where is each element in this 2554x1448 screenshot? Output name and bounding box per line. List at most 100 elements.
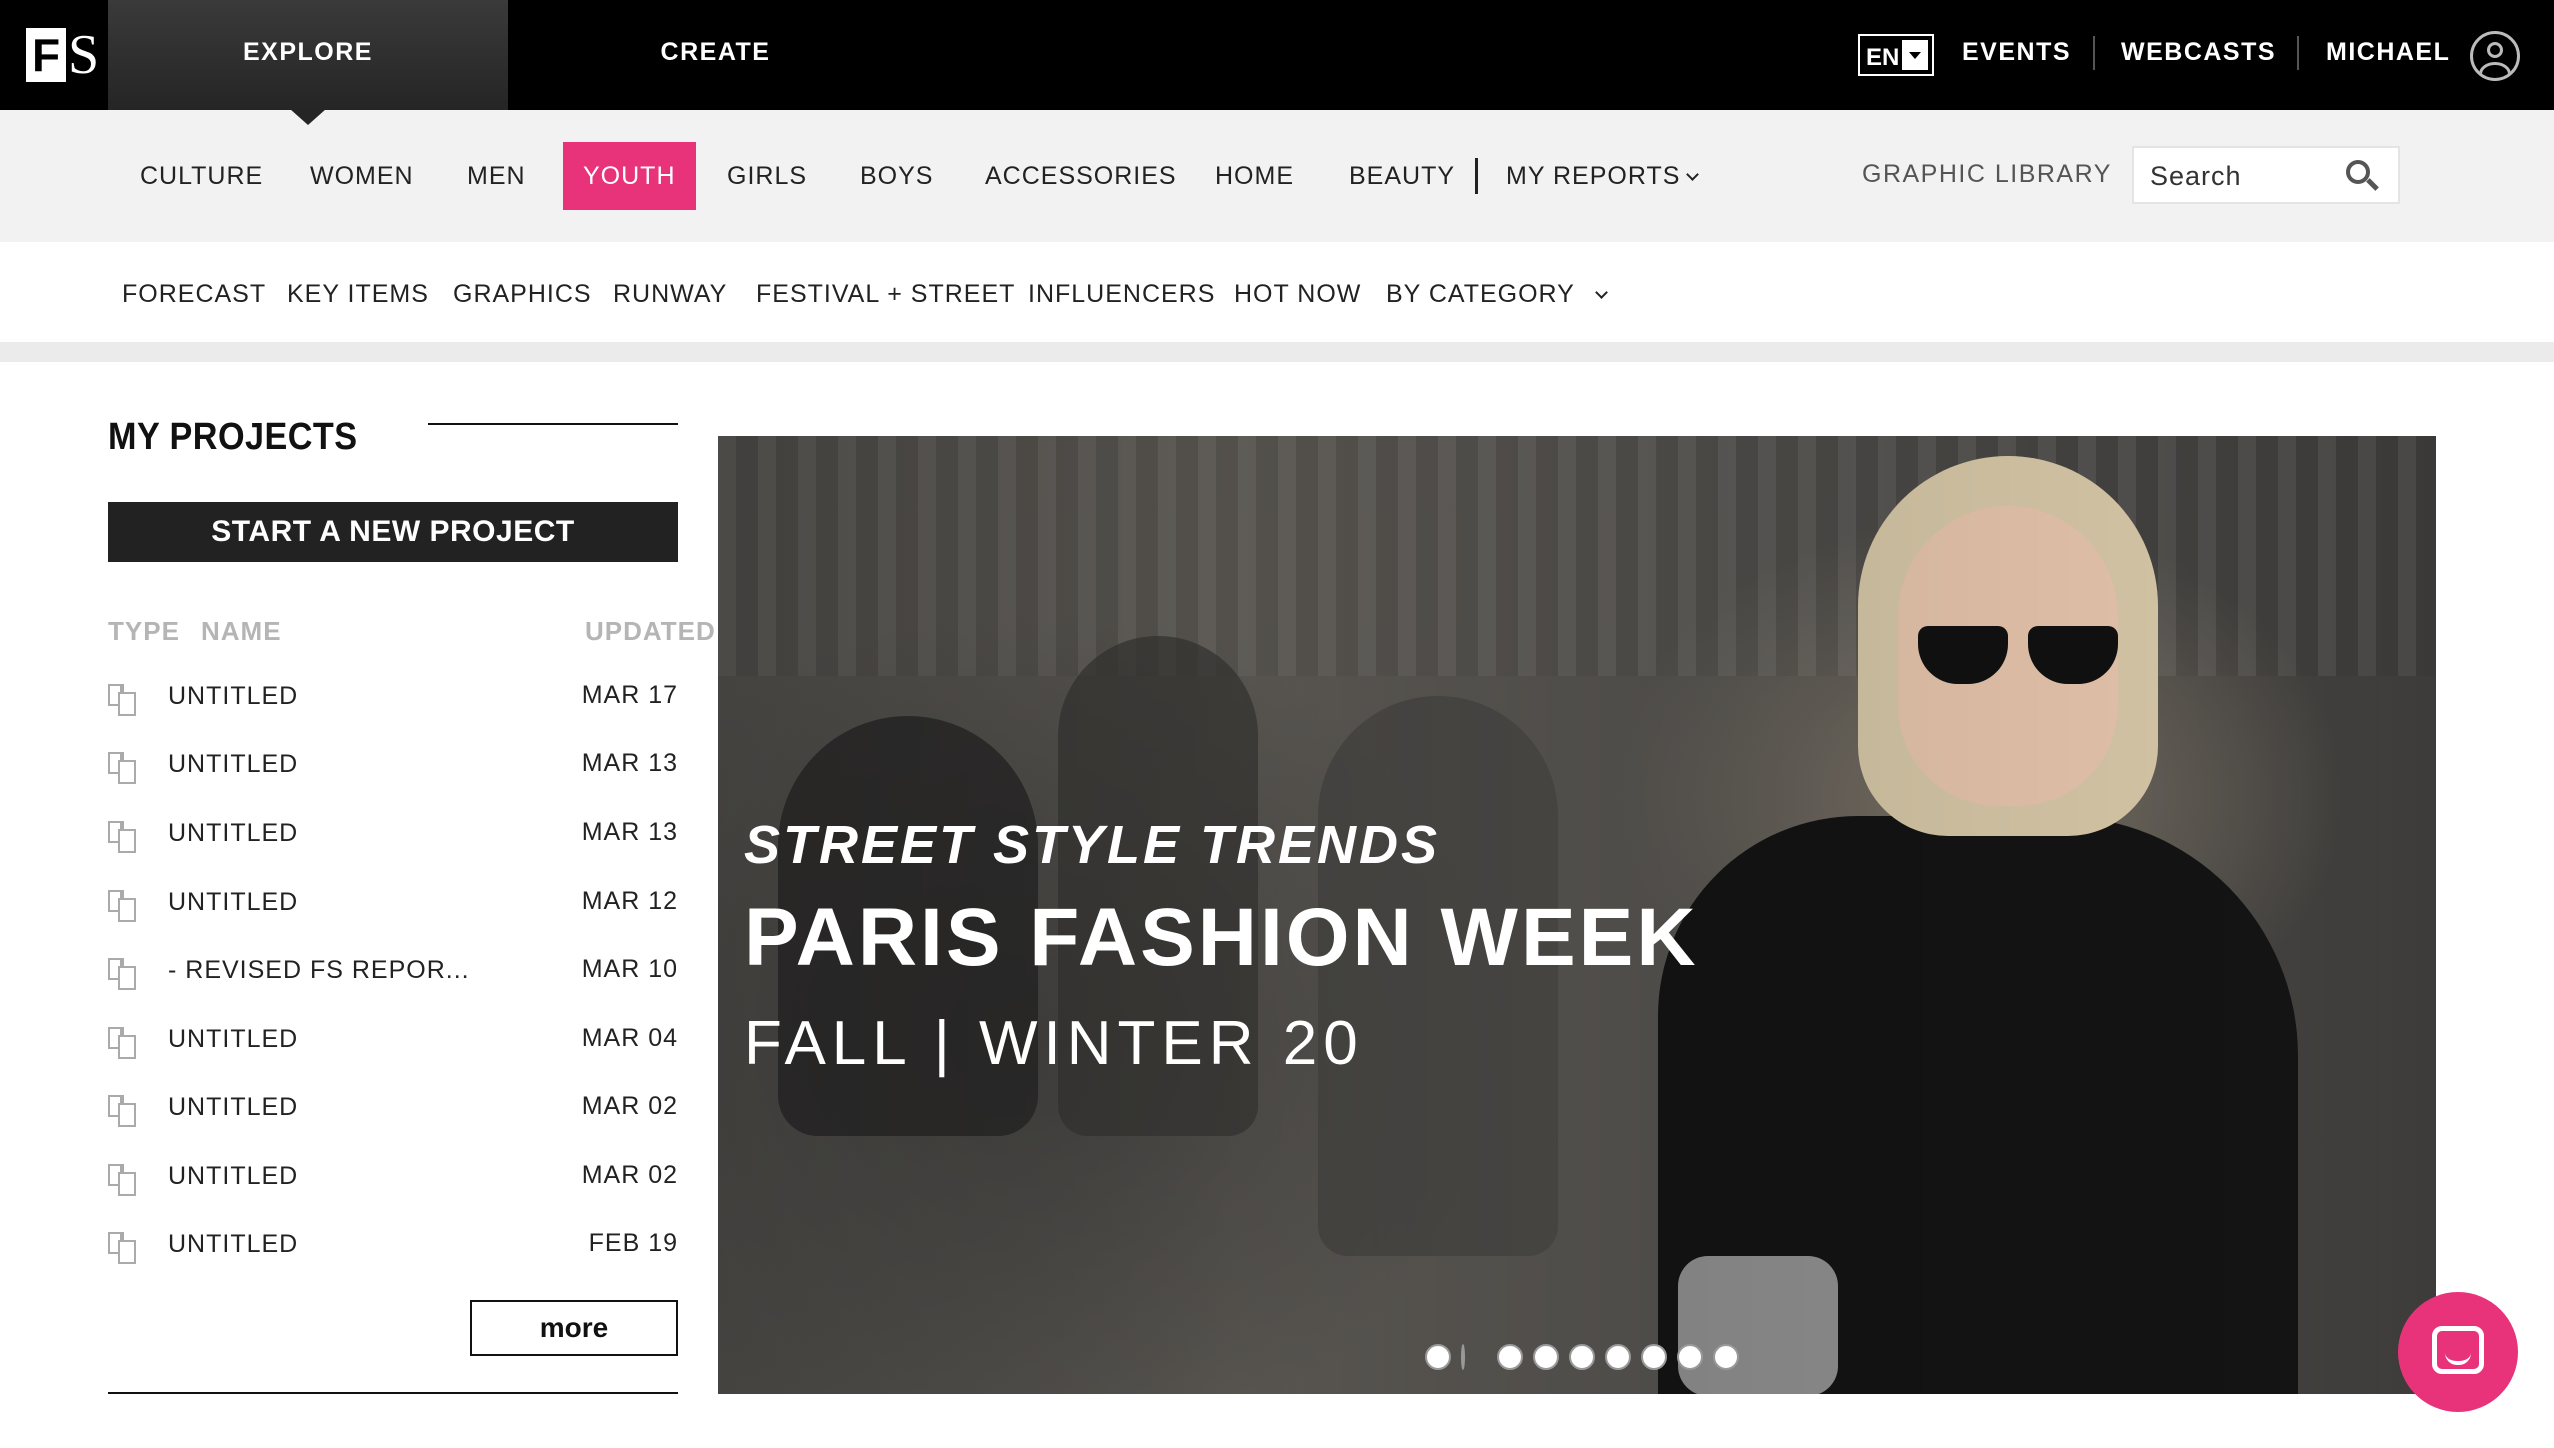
column-name[interactable]: NAME	[201, 616, 282, 647]
project-row[interactable]: UNTITLED MAR 13	[108, 740, 678, 790]
carousel-dot[interactable]	[1677, 1344, 1703, 1370]
column-updated[interactable]: UPDATED	[585, 616, 716, 647]
user-name-link[interactable]: MICHAEL	[2326, 38, 2450, 67]
document-stack-icon	[108, 1095, 138, 1127]
tab-create[interactable]: CREATE	[508, 0, 923, 110]
project-name: - REVISED FS REPOR...	[168, 956, 470, 984]
tab-explore[interactable]: EXPLORE	[108, 0, 508, 110]
project-date: MAR 10	[581, 955, 678, 983]
start-new-project-button[interactable]: START A NEW PROJECT	[108, 502, 678, 562]
project-date: MAR 04	[581, 1024, 678, 1052]
language-select[interactable]: EN	[1858, 34, 1934, 76]
project-row[interactable]: UNTITLED MAR 02	[108, 1083, 678, 1133]
category-boys[interactable]: BOYS	[860, 162, 933, 191]
document-stack-icon	[108, 821, 138, 853]
events-link[interactable]: EVENTS	[1962, 38, 2071, 67]
doc-front	[118, 692, 136, 716]
logo-f: F	[26, 28, 66, 82]
category-accessories[interactable]: ACCESSORIES	[985, 162, 1177, 191]
category-beauty[interactable]: BEAUTY	[1349, 162, 1455, 191]
doc-front	[118, 898, 136, 922]
carousel-dot[interactable]	[1569, 1344, 1595, 1370]
avatar-head	[2487, 42, 2503, 58]
doc-front	[118, 829, 136, 853]
more-projects-button[interactable]: more	[470, 1300, 678, 1356]
category-men[interactable]: MEN	[467, 162, 526, 191]
by-category-label: BY CATEGORY	[1386, 280, 1575, 308]
project-row[interactable]: UNTITLED MAR 13	[108, 809, 678, 859]
document-stack-icon	[108, 958, 138, 990]
project-row[interactable]: UNTITLED MAR 02	[108, 1152, 678, 1202]
search-input[interactable]	[2150, 158, 2340, 194]
carousel-dot[interactable]	[1641, 1344, 1667, 1370]
category-home[interactable]: HOME	[1215, 162, 1294, 191]
category-girls[interactable]: GIRLS	[727, 162, 807, 191]
project-name: UNTITLED	[168, 750, 299, 778]
language-code: EN	[1866, 44, 1900, 71]
project-row[interactable]: UNTITLED FEB 19	[108, 1220, 678, 1270]
project-row[interactable]: UNTITLED MAR 17	[108, 672, 678, 722]
explore-caret-indicator	[290, 109, 326, 125]
project-row[interactable]: - REVISED FS REPOR... MAR 10	[108, 946, 678, 996]
document-stack-icon	[108, 684, 138, 716]
divider	[2093, 36, 2095, 70]
hero-carousel[interactable]: STREET STYLE TRENDS PARIS FASHION WEEK F…	[718, 436, 2436, 1394]
search-icon[interactable]	[2346, 160, 2380, 194]
subnav-hot-now[interactable]: HOT NOW	[1234, 280, 1361, 309]
brand-logo[interactable]: F S	[26, 24, 106, 86]
doc-front	[118, 1240, 136, 1264]
subnav-graphics[interactable]: GRAPHICS	[453, 280, 592, 309]
document-stack-icon	[108, 890, 138, 922]
chat-icon	[2432, 1326, 2484, 1374]
dropdown-arrow-icon	[1902, 40, 1928, 70]
subnav-runway[interactable]: RUNWAY	[613, 280, 727, 309]
project-name: UNTITLED	[168, 819, 299, 847]
doc-front	[118, 1172, 136, 1196]
subnav-influencers[interactable]: INFLUENCERS	[1028, 280, 1215, 309]
category-women[interactable]: WOMEN	[310, 162, 414, 191]
my-reports-menu[interactable]: MY REPORTS	[1506, 162, 1700, 191]
chevron-down-icon	[1594, 286, 1608, 299]
category-youth[interactable]: YOUTH	[563, 142, 696, 210]
carousel-dot[interactable]	[1713, 1344, 1739, 1370]
project-date: MAR 02	[581, 1092, 678, 1120]
document-stack-icon	[108, 1232, 138, 1264]
graphic-library-link[interactable]: GRAPHIC LIBRARY	[1862, 160, 2112, 189]
project-date: MAR 02	[581, 1161, 678, 1189]
project-row[interactable]: UNTITLED MAR 12	[108, 878, 678, 928]
subnav-key-items[interactable]: KEY ITEMS	[287, 280, 429, 309]
project-name: UNTITLED	[168, 1230, 299, 1258]
column-type[interactable]: TYPE	[108, 616, 180, 647]
user-avatar-icon[interactable]	[2470, 31, 2520, 81]
project-date: MAR 13	[581, 818, 678, 846]
project-name: UNTITLED	[168, 1025, 299, 1053]
projects-bottom-rule	[108, 1392, 678, 1394]
logo-s: S	[68, 24, 100, 86]
top-bar: F S EXPLORE CREATE EN EVENTS WEBCASTS MI…	[0, 0, 2554, 110]
document-stack-icon	[108, 1027, 138, 1059]
carousel-dot[interactable]	[1533, 1344, 1559, 1370]
project-name: UNTITLED	[168, 1093, 299, 1121]
project-row[interactable]: UNTITLED MAR 04	[108, 1015, 678, 1065]
subnav-festival-street[interactable]: FESTIVAL + STREET	[756, 280, 1015, 309]
subnav-forecast[interactable]: FORECAST	[122, 280, 266, 309]
webcasts-link[interactable]: WEBCASTS	[2121, 38, 2276, 67]
document-stack-icon	[108, 1164, 138, 1196]
category-nav: CULTURE WOMEN MEN YOUTH GIRLS BOYS ACCES…	[0, 110, 2554, 242]
carousel-dot[interactable]	[1497, 1344, 1523, 1370]
section-divider	[0, 342, 2554, 362]
subnav-by-category[interactable]: BY CATEGORY	[1386, 280, 1608, 309]
project-date: MAR 13	[581, 749, 678, 777]
hero-title: PARIS FASHION WEEK	[744, 892, 1699, 983]
project-name: UNTITLED	[168, 1162, 299, 1190]
category-culture[interactable]: CULTURE	[140, 162, 263, 191]
project-name: UNTITLED	[168, 682, 299, 710]
tab-create-label: CREATE	[660, 38, 771, 66]
carousel-dot[interactable]	[1605, 1344, 1631, 1370]
doc-front	[118, 760, 136, 784]
chat-launcher-button[interactable]	[2398, 1292, 2518, 1412]
search-box	[2132, 146, 2400, 204]
carousel-dot[interactable]	[1425, 1344, 1451, 1370]
carousel-dot[interactable]	[1461, 1344, 1465, 1370]
search-icon-handle	[2366, 178, 2379, 191]
